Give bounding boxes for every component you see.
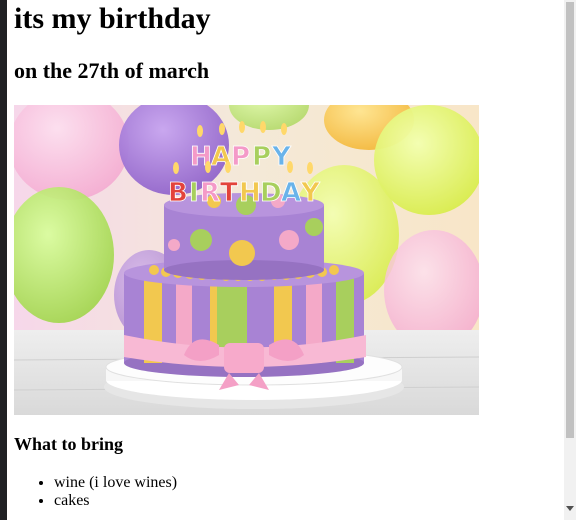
svg-text:A: A <box>281 178 301 208</box>
page-subtitle: on the 27th of march <box>14 58 210 83</box>
browser-viewport: its my birthday on the 27th of march H A… <box>0 0 576 520</box>
svg-text:I: I <box>189 178 199 208</box>
svg-text:H: H <box>239 178 261 208</box>
svg-text:B: B <box>168 178 188 208</box>
svg-text:D: D <box>260 178 282 208</box>
page-content: its my birthday on the 27th of march H A… <box>14 0 562 520</box>
window-left-edge <box>0 0 7 520</box>
vertical-scrollbar[interactable] <box>564 0 576 520</box>
list-item: cakes <box>54 492 177 510</box>
section-heading-what-to-bring: What to bring <box>14 434 124 454</box>
scrollbar-thumb[interactable] <box>566 2 574 438</box>
birthday-cake-image: H A P P Y B I R T H D A Y <box>14 105 479 415</box>
svg-text:T: T <box>220 178 238 208</box>
svg-text:P: P <box>252 142 271 172</box>
svg-text:P: P <box>231 142 250 172</box>
page-title: its my birthday <box>14 2 211 35</box>
list-item: wine (i love wines) <box>54 474 177 492</box>
bring-list: wine (i love wines) cakes <box>14 474 177 510</box>
svg-text:R: R <box>200 178 220 208</box>
scroll-down-arrow-icon[interactable] <box>566 506 574 511</box>
svg-text:Y: Y <box>300 178 321 208</box>
